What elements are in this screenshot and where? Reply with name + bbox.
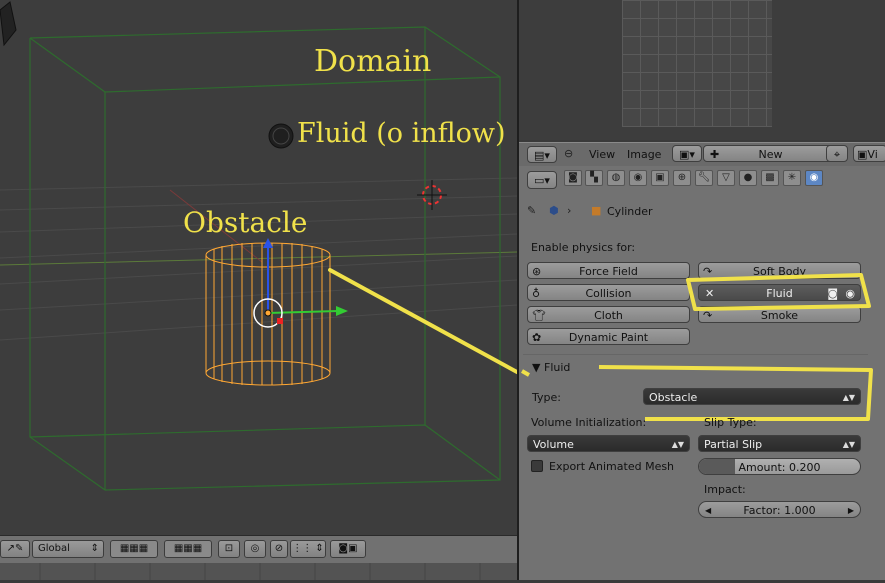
uv-editor-header: ▤▾ ⊖ View Image ▣▾ ✚ New ⌖ ▣Vi <box>519 142 885 167</box>
type-dropdown[interactable]: Obstacle ▲▼ <box>643 388 861 405</box>
slip-type-label: Slip Type: <box>704 416 757 429</box>
fluid-label: Fluid (o inflow) <box>297 118 506 149</box>
proportional-edit-icon[interactable]: ◎ <box>244 540 266 558</box>
pin-image-icon[interactable]: ⌖ <box>826 145 848 162</box>
orientation-value: Global <box>38 543 70 554</box>
export-mesh-label: Export Animated Mesh <box>549 460 675 473</box>
volume-init-label: Volume Initialization: <box>531 416 647 429</box>
fluid-panel-collapse-icon[interactable]: ▼ <box>532 361 540 374</box>
collapse-menu-icon[interactable]: ⊖ <box>564 147 573 161</box>
layer-buttons-a[interactable]: ▦▦▦ <box>110 540 158 558</box>
increment-arrow-icon[interactable]: ▶ <box>848 502 854 519</box>
slip-type-dropdown[interactable]: Partial Slip ▲▼ <box>698 435 861 452</box>
menu-view[interactable]: View <box>589 148 615 161</box>
decrement-arrow-icon[interactable]: ◀ <box>705 502 711 519</box>
new-image-button[interactable]: ✚ New <box>703 145 838 162</box>
snap-element-dropdown[interactable]: ⋮⋮ ⇕ <box>290 540 326 558</box>
factor-field[interactable]: ◀ Factor: 1.000 ▶ <box>698 501 861 518</box>
updown-arrow-icon: ▲▼ <box>842 393 855 402</box>
updown-arrow-icon: ⇕ <box>90 543 99 554</box>
impact-label: Impact: <box>704 483 746 496</box>
snap-icon[interactable]: ⊘ <box>270 540 288 558</box>
menu-image[interactable]: Image <box>627 148 661 161</box>
layer-buttons-b[interactable]: ▦▦▦ <box>164 540 212 558</box>
type-label: Type: <box>532 391 561 404</box>
obstacle-label: Obstacle <box>183 206 308 239</box>
export-mesh-checkbox[interactable] <box>531 460 543 472</box>
camera-object <box>0 1 17 47</box>
properties-editor: ▭▾ ◙ ▚ ◍ ◉ ▣ ⊕ 🔧︎ ▽ ● ▩ ✳ ◉ ✎ ⬢ › ■ Cyli… <box>519 166 885 580</box>
manipulator-toggle[interactable]: ↗✎ <box>0 540 30 558</box>
fluid-panel-title: Fluid <box>544 361 571 374</box>
uv-image-editor[interactable] <box>519 0 885 140</box>
render-buttons[interactable]: ◙▣ <box>330 540 366 558</box>
image-browse-button[interactable]: ▣▾ <box>672 145 702 162</box>
orientation-dropdown[interactable]: Global ⇕ <box>32 540 104 558</box>
domain-label: Domain <box>314 44 432 79</box>
amount-slider-fill <box>699 459 735 474</box>
view-mode-dropdown[interactable]: ▣Vi <box>853 145 885 162</box>
viewport-scene <box>0 1 517 491</box>
timeline-strip <box>0 563 517 580</box>
transform-manipulator <box>253 238 348 328</box>
plus-icon: ✚ <box>710 148 720 161</box>
uv-grid <box>622 0 772 127</box>
updown-arrow-icon: ▲▼ <box>671 440 684 449</box>
amount-slider[interactable]: Amount: 0.200 <box>698 458 861 475</box>
3d-viewport[interactable]: Domain Fluid (o inflow) Obstacle <box>0 0 517 535</box>
lock-layers-icon[interactable]: ⊡ <box>218 540 240 558</box>
viewport-header: ↗✎ Global ⇕ ▦▦▦ ▦▦▦ ⊡ ◎ ⊘ ⋮⋮ ⇕ ◙▣ <box>0 535 517 564</box>
volume-init-dropdown[interactable]: Volume ▲▼ <box>527 435 690 452</box>
editor-type-button[interactable]: ▤▾ <box>527 146 557 163</box>
updown-arrow-icon: ▲▼ <box>842 440 855 449</box>
3d-cursor <box>417 180 447 210</box>
